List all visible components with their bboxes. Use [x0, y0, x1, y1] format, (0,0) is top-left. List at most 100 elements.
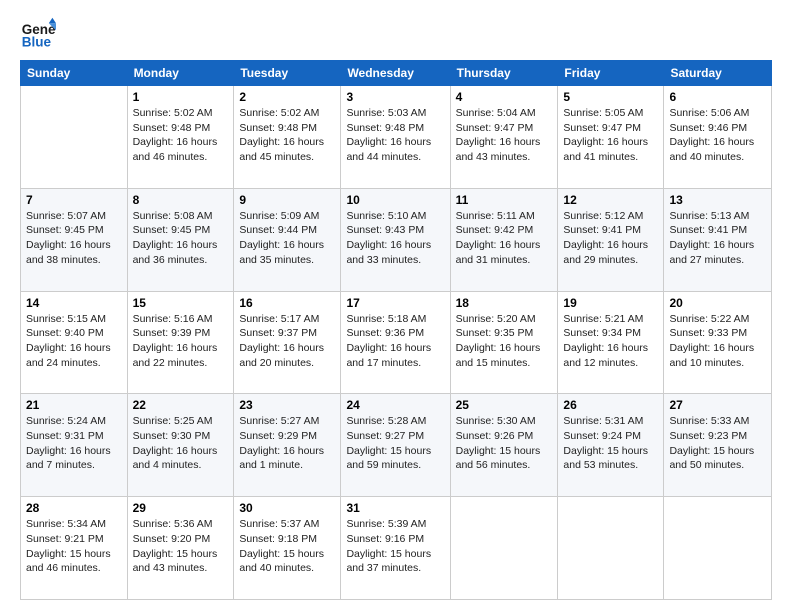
calendar-day-cell: 17 Sunrise: 5:18 AM Sunset: 9:36 PM Dayl…	[341, 291, 450, 394]
calendar-table: SundayMondayTuesdayWednesdayThursdayFrid…	[20, 60, 772, 600]
calendar-week-row: 1 Sunrise: 5:02 AM Sunset: 9:48 PM Dayli…	[21, 86, 772, 189]
calendar-day-cell: 7 Sunrise: 5:07 AM Sunset: 9:45 PM Dayli…	[21, 188, 128, 291]
day-number: 2	[239, 90, 335, 104]
calendar-day-cell: 26 Sunrise: 5:31 AM Sunset: 9:24 PM Dayl…	[558, 394, 664, 497]
day-number: 4	[456, 90, 553, 104]
calendar-day-cell	[558, 497, 664, 600]
day-number: 22	[133, 398, 229, 412]
day-number: 26	[563, 398, 658, 412]
calendar-day-cell	[664, 497, 772, 600]
calendar-day-cell: 14 Sunrise: 5:15 AM Sunset: 9:40 PM Dayl…	[21, 291, 128, 394]
calendar-day-cell: 22 Sunrise: 5:25 AM Sunset: 9:30 PM Dayl…	[127, 394, 234, 497]
weekday-header: Saturday	[664, 61, 772, 86]
calendar-day-cell	[450, 497, 558, 600]
calendar-day-cell: 10 Sunrise: 5:10 AM Sunset: 9:43 PM Dayl…	[341, 188, 450, 291]
day-number: 28	[26, 501, 122, 515]
day-info: Sunrise: 5:05 AM Sunset: 9:47 PM Dayligh…	[563, 106, 658, 165]
calendar-week-row: 14 Sunrise: 5:15 AM Sunset: 9:40 PM Dayl…	[21, 291, 772, 394]
day-number: 9	[239, 193, 335, 207]
day-number: 10	[346, 193, 444, 207]
day-number: 31	[346, 501, 444, 515]
calendar-day-cell: 15 Sunrise: 5:16 AM Sunset: 9:39 PM Dayl…	[127, 291, 234, 394]
day-info: Sunrise: 5:24 AM Sunset: 9:31 PM Dayligh…	[26, 414, 122, 473]
svg-text:Blue: Blue	[22, 35, 52, 50]
calendar-day-cell: 12 Sunrise: 5:12 AM Sunset: 9:41 PM Dayl…	[558, 188, 664, 291]
calendar-day-cell: 19 Sunrise: 5:21 AM Sunset: 9:34 PM Dayl…	[558, 291, 664, 394]
day-info: Sunrise: 5:02 AM Sunset: 9:48 PM Dayligh…	[239, 106, 335, 165]
day-number: 24	[346, 398, 444, 412]
day-info: Sunrise: 5:37 AM Sunset: 9:18 PM Dayligh…	[239, 517, 335, 576]
day-info: Sunrise: 5:25 AM Sunset: 9:30 PM Dayligh…	[133, 414, 229, 473]
calendar-week-row: 28 Sunrise: 5:34 AM Sunset: 9:21 PM Dayl…	[21, 497, 772, 600]
calendar-day-cell: 5 Sunrise: 5:05 AM Sunset: 9:47 PM Dayli…	[558, 86, 664, 189]
day-number: 12	[563, 193, 658, 207]
day-info: Sunrise: 5:04 AM Sunset: 9:47 PM Dayligh…	[456, 106, 553, 165]
calendar-day-cell: 2 Sunrise: 5:02 AM Sunset: 9:48 PM Dayli…	[234, 86, 341, 189]
day-number: 29	[133, 501, 229, 515]
day-number: 14	[26, 296, 122, 310]
day-info: Sunrise: 5:21 AM Sunset: 9:34 PM Dayligh…	[563, 312, 658, 371]
day-info: Sunrise: 5:17 AM Sunset: 9:37 PM Dayligh…	[239, 312, 335, 371]
calendar-day-cell: 6 Sunrise: 5:06 AM Sunset: 9:46 PM Dayli…	[664, 86, 772, 189]
day-info: Sunrise: 5:34 AM Sunset: 9:21 PM Dayligh…	[26, 517, 122, 576]
day-number: 3	[346, 90, 444, 104]
day-number: 11	[456, 193, 553, 207]
day-info: Sunrise: 5:07 AM Sunset: 9:45 PM Dayligh…	[26, 209, 122, 268]
day-number: 1	[133, 90, 229, 104]
day-info: Sunrise: 5:08 AM Sunset: 9:45 PM Dayligh…	[133, 209, 229, 268]
weekday-header: Friday	[558, 61, 664, 86]
weekday-header: Thursday	[450, 61, 558, 86]
day-info: Sunrise: 5:03 AM Sunset: 9:48 PM Dayligh…	[346, 106, 444, 165]
day-info: Sunrise: 5:06 AM Sunset: 9:46 PM Dayligh…	[669, 106, 766, 165]
calendar-day-cell: 31 Sunrise: 5:39 AM Sunset: 9:16 PM Dayl…	[341, 497, 450, 600]
day-info: Sunrise: 5:02 AM Sunset: 9:48 PM Dayligh…	[133, 106, 229, 165]
calendar-day-cell: 28 Sunrise: 5:34 AM Sunset: 9:21 PM Dayl…	[21, 497, 128, 600]
weekday-header: Tuesday	[234, 61, 341, 86]
calendar-day-cell: 18 Sunrise: 5:20 AM Sunset: 9:35 PM Dayl…	[450, 291, 558, 394]
calendar-day-cell: 13 Sunrise: 5:13 AM Sunset: 9:41 PM Dayl…	[664, 188, 772, 291]
calendar-day-cell: 8 Sunrise: 5:08 AM Sunset: 9:45 PM Dayli…	[127, 188, 234, 291]
day-number: 18	[456, 296, 553, 310]
day-number: 16	[239, 296, 335, 310]
day-info: Sunrise: 5:13 AM Sunset: 9:41 PM Dayligh…	[669, 209, 766, 268]
weekday-header: Sunday	[21, 61, 128, 86]
day-number: 13	[669, 193, 766, 207]
calendar-day-cell: 21 Sunrise: 5:24 AM Sunset: 9:31 PM Dayl…	[21, 394, 128, 497]
day-info: Sunrise: 5:18 AM Sunset: 9:36 PM Dayligh…	[346, 312, 444, 371]
day-number: 7	[26, 193, 122, 207]
calendar-day-cell: 3 Sunrise: 5:03 AM Sunset: 9:48 PM Dayli…	[341, 86, 450, 189]
calendar-day-cell: 16 Sunrise: 5:17 AM Sunset: 9:37 PM Dayl…	[234, 291, 341, 394]
day-number: 17	[346, 296, 444, 310]
day-info: Sunrise: 5:12 AM Sunset: 9:41 PM Dayligh…	[563, 209, 658, 268]
calendar-day-cell: 24 Sunrise: 5:28 AM Sunset: 9:27 PM Dayl…	[341, 394, 450, 497]
day-info: Sunrise: 5:27 AM Sunset: 9:29 PM Dayligh…	[239, 414, 335, 473]
day-number: 27	[669, 398, 766, 412]
day-info: Sunrise: 5:36 AM Sunset: 9:20 PM Dayligh…	[133, 517, 229, 576]
day-number: 8	[133, 193, 229, 207]
calendar-day-cell: 23 Sunrise: 5:27 AM Sunset: 9:29 PM Dayl…	[234, 394, 341, 497]
day-info: Sunrise: 5:31 AM Sunset: 9:24 PM Dayligh…	[563, 414, 658, 473]
day-number: 25	[456, 398, 553, 412]
calendar-day-cell	[21, 86, 128, 189]
day-info: Sunrise: 5:28 AM Sunset: 9:27 PM Dayligh…	[346, 414, 444, 473]
day-info: Sunrise: 5:09 AM Sunset: 9:44 PM Dayligh…	[239, 209, 335, 268]
day-info: Sunrise: 5:30 AM Sunset: 9:26 PM Dayligh…	[456, 414, 553, 473]
day-info: Sunrise: 5:33 AM Sunset: 9:23 PM Dayligh…	[669, 414, 766, 473]
calendar-day-cell: 25 Sunrise: 5:30 AM Sunset: 9:26 PM Dayl…	[450, 394, 558, 497]
calendar-day-cell: 20 Sunrise: 5:22 AM Sunset: 9:33 PM Dayl…	[664, 291, 772, 394]
calendar-week-row: 21 Sunrise: 5:24 AM Sunset: 9:31 PM Dayl…	[21, 394, 772, 497]
day-info: Sunrise: 5:11 AM Sunset: 9:42 PM Dayligh…	[456, 209, 553, 268]
day-number: 6	[669, 90, 766, 104]
day-info: Sunrise: 5:20 AM Sunset: 9:35 PM Dayligh…	[456, 312, 553, 371]
calendar-day-cell: 11 Sunrise: 5:11 AM Sunset: 9:42 PM Dayl…	[450, 188, 558, 291]
day-number: 5	[563, 90, 658, 104]
day-info: Sunrise: 5:10 AM Sunset: 9:43 PM Dayligh…	[346, 209, 444, 268]
calendar-header-row: SundayMondayTuesdayWednesdayThursdayFrid…	[21, 61, 772, 86]
day-number: 15	[133, 296, 229, 310]
calendar-day-cell: 27 Sunrise: 5:33 AM Sunset: 9:23 PM Dayl…	[664, 394, 772, 497]
day-number: 30	[239, 501, 335, 515]
weekday-header: Monday	[127, 61, 234, 86]
logo: General Blue	[20, 16, 58, 52]
day-info: Sunrise: 5:16 AM Sunset: 9:39 PM Dayligh…	[133, 312, 229, 371]
calendar-day-cell: 9 Sunrise: 5:09 AM Sunset: 9:44 PM Dayli…	[234, 188, 341, 291]
